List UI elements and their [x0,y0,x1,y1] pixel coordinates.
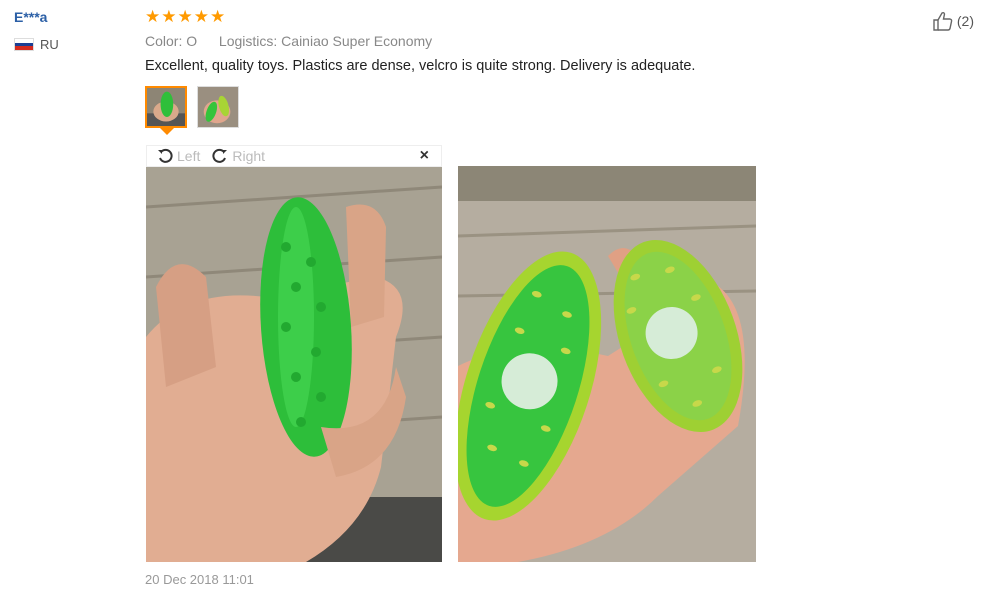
star-icon: ★ [193,7,209,26]
star-icon: ★ [210,7,226,26]
color-label: Color: [145,33,183,49]
image-viewer-toolbar: Left Right × [146,145,442,167]
close-icon[interactable]: × [420,147,429,165]
thumbs-up-icon [933,11,953,31]
review-date: 20 Dec 2018 11:01 [145,572,254,587]
color-value: O [186,33,198,49]
rotate-left-button[interactable]: Left [157,148,200,164]
country-code: RU [40,37,59,52]
like-count: (2) [956,13,974,29]
photo-thumbnail-2[interactable] [197,86,239,128]
star-icon: ★ [161,7,177,26]
rating-stars: ★ ★ ★ ★ ★ [145,8,225,26]
helpful-button[interactable]: (2) [932,10,974,32]
logistics-label: Logistics: [218,33,278,49]
photo-thumbnail-1[interactable] [145,86,187,128]
rotate-left-icon [158,148,173,163]
logistics-value: Cainiao Super Economy [281,33,433,49]
reviewer-name[interactable]: E***a [14,9,47,25]
reviewer-country: RU [14,37,59,52]
rotate-right-label: Right [232,148,266,164]
review-photo-1 [146,167,442,562]
review-photo-2 [458,166,756,562]
selected-thumbnail-pointer [160,128,174,135]
rotate-left-label: Left [177,148,201,164]
rotate-right-icon [212,148,228,163]
review-text: Excellent, quality toys. Plastics are de… [145,58,696,74]
star-icon: ★ [177,7,193,26]
rotate-right-button[interactable]: Right [212,148,265,164]
order-info: Color: O Logistics: Cainiao Super Econom… [145,33,432,49]
star-icon: ★ [145,7,161,26]
russia-flag-icon [14,38,34,51]
